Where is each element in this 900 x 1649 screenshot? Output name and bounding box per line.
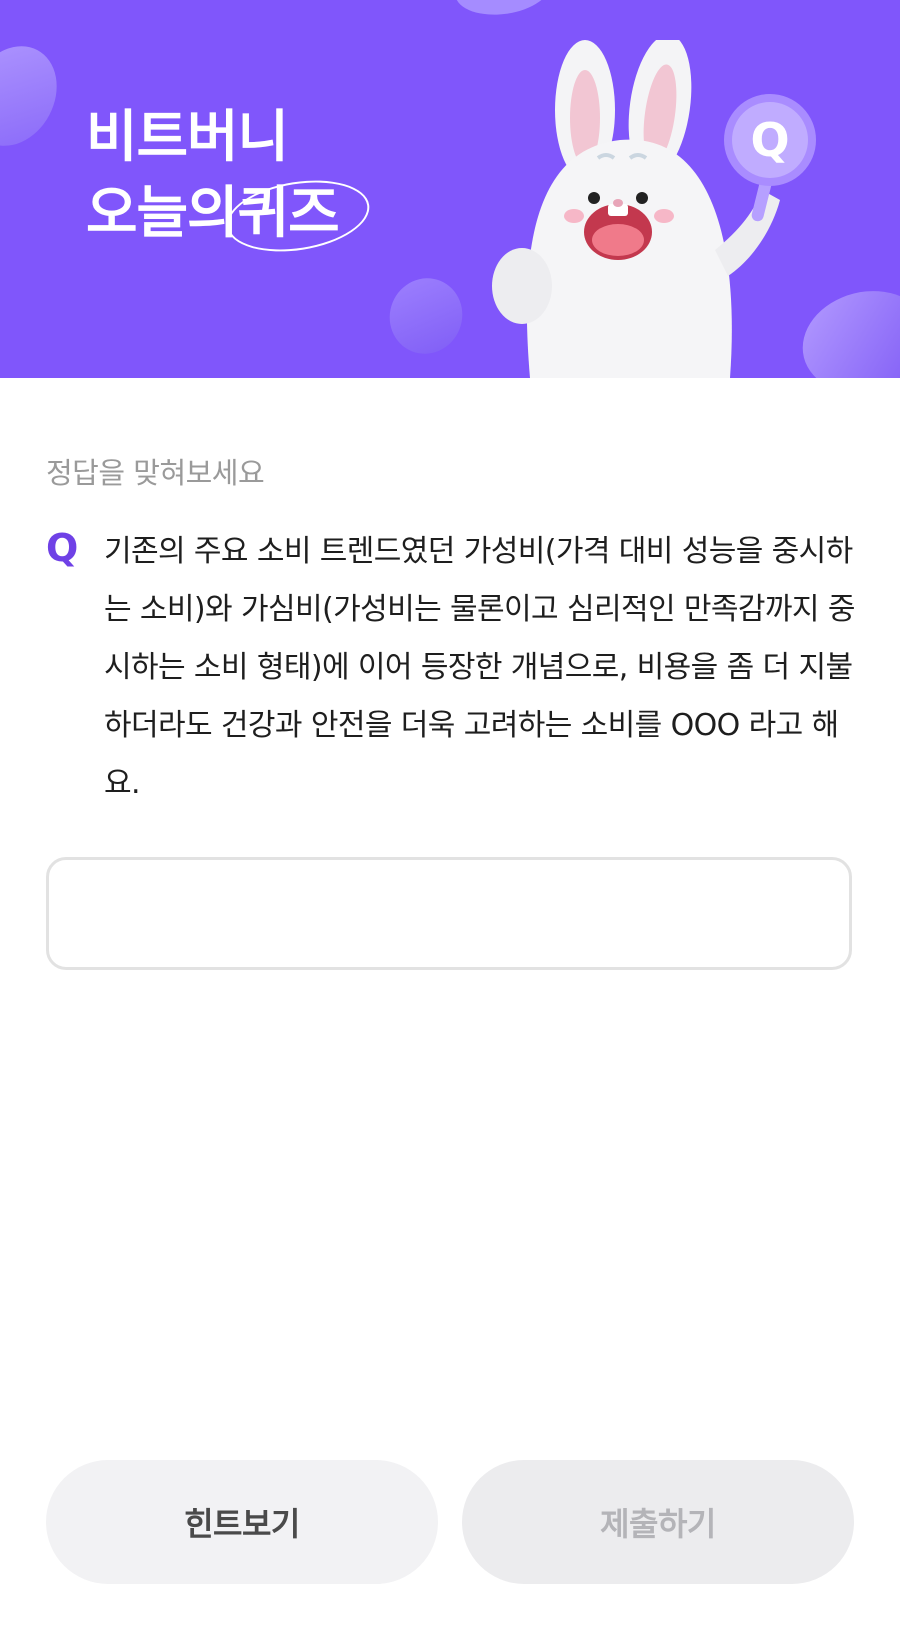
banner-title-highlight: 퀴즈 [221,171,374,261]
coin-decoration [451,0,555,21]
answer-input[interactable] [46,857,852,970]
bunny-mascot-icon: Q [492,40,816,378]
banner-title-line2: 오늘의 퀴즈 [86,171,374,261]
mascot-sign-text: Q [750,113,789,167]
banner-title: 비트버니 오늘의 퀴즈 [86,100,374,261]
banner-title-prefix: 오늘의 [86,181,239,246]
instruction-text: 정답을 맞혀보세요 [46,456,265,490]
question-q-icon: Q [46,526,79,570]
banner-title-line1: 비트버니 [86,105,289,170]
coin-decoration [378,267,474,365]
coin-decoration [0,30,74,162]
question-text: 기존의 주요 소비 트렌드였던 가성비(가격 대비 성능을 중시하는 소비)와 … [104,534,855,801]
hint-button[interactable]: 힌트보기 [46,1460,438,1584]
quiz-banner: 비트버니 오늘의 퀴즈 Q [0,0,900,378]
submit-button[interactable]: 제출하기 [462,1460,854,1584]
